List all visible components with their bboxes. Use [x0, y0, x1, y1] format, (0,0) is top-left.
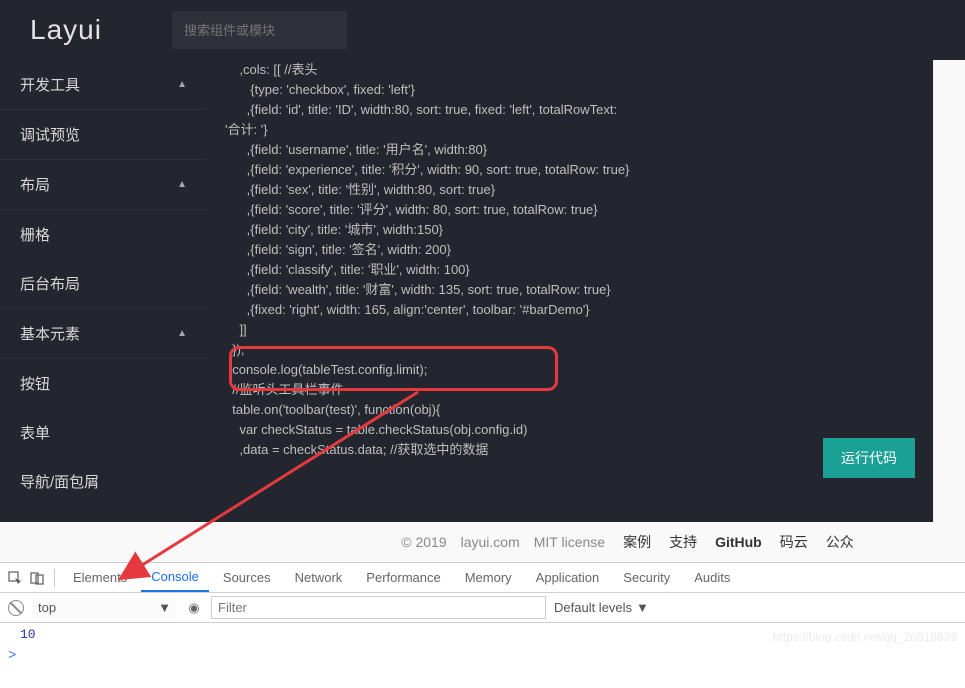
- sidebar-item-label: 调试预览: [20, 124, 80, 145]
- watermark: https://blog.csdn.net/qq_26818839: [773, 630, 957, 644]
- tab-sources[interactable]: Sources: [213, 563, 281, 592]
- code-line: ,{field: 'sign', title: '签名', width: 200…: [225, 240, 915, 260]
- tab-audits[interactable]: Audits: [684, 563, 740, 592]
- sidebar-item-debug[interactable]: 调试预览: [0, 110, 207, 160]
- footer-link-wechat[interactable]: 公众: [826, 532, 854, 552]
- page-footer: © 2019 layui.com MIT license 案例 支持 GitHu…: [0, 522, 965, 562]
- clear-console-icon[interactable]: [8, 600, 24, 616]
- site-link[interactable]: layui.com: [461, 534, 520, 550]
- code-line: ,{field: 'city', title: '城市', width:150}: [225, 220, 915, 240]
- code-line: '合计: '}: [225, 120, 915, 140]
- inspect-icon[interactable]: [6, 569, 24, 587]
- sidebar-item-label: 基本元素: [20, 323, 80, 344]
- code-editor[interactable]: ,cols: [[ //表头 {type: 'checkbox', fixed:…: [207, 60, 933, 522]
- footer-link-github[interactable]: GitHub: [715, 534, 762, 550]
- console-prompt[interactable]: >: [0, 646, 965, 666]
- sidebar-item-form[interactable]: 表单: [0, 408, 207, 457]
- console-toolbar: top▼ ◉ Default levels▼: [0, 593, 965, 623]
- annotation-highlight: [229, 346, 558, 391]
- footer-link-cases[interactable]: 案例: [623, 532, 651, 552]
- sidebar-item-devtools[interactable]: 开发工具 ▲: [0, 60, 207, 110]
- code-line: ,data = checkStatus.data; //获取选中的数据: [225, 440, 915, 460]
- code-line: table.on('toolbar(test)', function(obj){: [225, 400, 915, 420]
- sidebar: 开发工具 ▲ 调试预览 布局 ▲ 栅格 后台布局 基本元素 ▲ 按钮 表单 导航/面包…: [0, 60, 207, 522]
- code-line: ]]: [225, 320, 915, 340]
- sidebar-item-label: 按钮: [20, 373, 50, 394]
- sidebar-item-label: 开发工具: [20, 74, 80, 95]
- tab-security[interactable]: Security: [613, 563, 680, 592]
- sidebar-item-label: 导航/面包屑: [20, 471, 99, 492]
- code-line: {type: 'checkbox', fixed: 'left'}: [225, 80, 915, 100]
- tab-performance[interactable]: Performance: [356, 563, 450, 592]
- filter-input[interactable]: [211, 596, 546, 619]
- eye-icon[interactable]: ◉: [185, 599, 203, 617]
- code-line: ,{field: 'sex', title: '性别', width:80, s…: [225, 180, 915, 200]
- chevron-up-icon: ▲: [177, 328, 187, 339]
- separator: [54, 569, 55, 587]
- sidebar-item-label: 表单: [20, 422, 50, 443]
- tab-console[interactable]: Console: [141, 563, 209, 592]
- sidebar-item-basic[interactable]: 基本元素 ▲: [0, 309, 207, 359]
- code-line: ,{field: 'experience', title: '积分', widt…: [225, 160, 915, 180]
- copyright: © 2019: [401, 534, 446, 550]
- chevron-down-icon: ▼: [636, 600, 649, 615]
- search-input[interactable]: [172, 11, 347, 49]
- code-line: ,{field: 'id', title: 'ID', width:80, so…: [225, 100, 915, 120]
- sidebar-item-layout[interactable]: 布局 ▲: [0, 160, 207, 210]
- code-line: ,{field: 'wealth', title: '财富', width: 1…: [225, 280, 915, 300]
- log-levels-select[interactable]: Default levels▼: [554, 600, 649, 615]
- device-toggle-icon[interactable]: [28, 569, 46, 587]
- code-line: ,cols: [[ //表头: [225, 60, 915, 80]
- main-area: 开发工具 ▲ 调试预览 布局 ▲ 栅格 后台布局 基本元素 ▲ 按钮 表单 导航/面包…: [0, 60, 965, 522]
- app-header: Layui: [0, 0, 965, 60]
- license: MIT license: [534, 534, 605, 550]
- tab-elements[interactable]: Elements: [63, 563, 137, 592]
- logo: Layui: [30, 14, 102, 46]
- tab-network[interactable]: Network: [285, 563, 353, 592]
- devtools-tabbar: Elements Console Sources Network Perform…: [0, 563, 965, 593]
- chevron-up-icon: ▲: [177, 79, 187, 90]
- sidebar-item-admin-layout[interactable]: 后台布局: [0, 259, 207, 309]
- code-line: ,{field: 'score', title: '评分', width: 80…: [225, 200, 915, 220]
- sidebar-item-label: 布局: [20, 174, 50, 195]
- footer-link-support[interactable]: 支持: [669, 532, 697, 552]
- sidebar-item-label: 栅格: [20, 224, 50, 245]
- context-select[interactable]: top▼: [32, 597, 177, 618]
- code-line: ,{fixed: 'right', width: 165, align:'cen…: [225, 300, 915, 320]
- tab-memory[interactable]: Memory: [455, 563, 522, 592]
- sidebar-item-nav[interactable]: 导航/面包屑: [0, 457, 207, 506]
- sidebar-item-grid[interactable]: 栅格: [0, 210, 207, 259]
- code-line: ,{field: 'classify', title: '职业', width:…: [225, 260, 915, 280]
- sidebar-item-label: 后台布局: [20, 273, 80, 294]
- tab-application[interactable]: Application: [526, 563, 610, 592]
- chevron-down-icon: ▼: [158, 600, 171, 615]
- code-line: var checkStatus = table.checkStatus(obj.…: [225, 420, 915, 440]
- sidebar-item-button[interactable]: 按钮: [0, 359, 207, 408]
- code-line: ,{field: 'username', title: '用户名', width…: [225, 140, 915, 160]
- content: ,cols: [[ //表头 {type: 'checkbox', fixed:…: [207, 60, 965, 522]
- run-code-button[interactable]: 运行代码: [823, 438, 915, 478]
- footer-link-gitee[interactable]: 码云: [780, 532, 808, 552]
- right-rail: [933, 60, 965, 522]
- chevron-up-icon: ▲: [177, 179, 187, 190]
- devtools-panel: Elements Console Sources Network Perform…: [0, 562, 965, 688]
